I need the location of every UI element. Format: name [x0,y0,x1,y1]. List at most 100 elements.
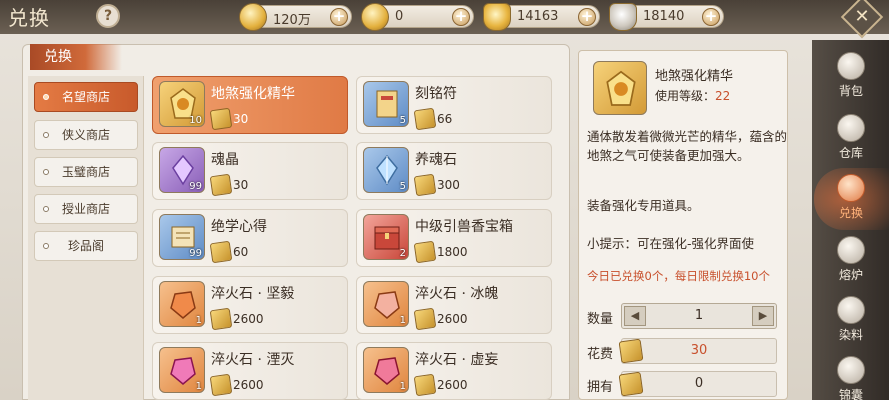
sidebar-item-chivalry-shop[interactable]: 侠义商店 [34,120,138,150]
resource-copper: 120万 + [239,3,352,31]
detail-description: 通体散发着微微光芒的精华，蕴含的地煞之气可使装备更加强大。 [587,129,788,163]
item-card[interactable]: 1 淬火石 · 湮灭 2600 [152,342,348,400]
voucher-icon [209,373,233,397]
gold-coin-icon [361,3,389,31]
quantity-label: 数量 [587,312,614,327]
nav-item-dye[interactable]: 染料 [816,294,886,352]
item-card[interactable]: 1 淬火石 · 坚毅 2600 [152,276,348,334]
item-card[interactable]: 1 淬火石 · 虚妄 2600 [356,342,552,400]
silver-ingot-icon [609,3,637,31]
essence-icon [606,70,636,106]
resource-silver-ingot-value: 18140 [643,9,685,24]
add-gold-ingot-button[interactable]: + [578,8,596,26]
add-gold-button[interactable]: + [452,8,470,26]
add-silver-ingot-button[interactable]: + [702,8,720,26]
item-card[interactable]: 99 绝学心得 60 [152,209,348,267]
nav-label: 背包 [838,84,863,98]
resource-gold-ingot-value: 14163 [517,9,559,24]
voucher-icon [413,240,437,264]
voucher-icon [413,173,437,197]
resource-gold-value: 0 [395,9,404,24]
item-card[interactable]: 1 淬火石 · 冰魄 2600 [356,276,552,334]
item-cost: 1800 [437,245,468,259]
nav-item-bag[interactable]: 背包 [816,50,886,108]
dye-icon [837,296,865,324]
nav-label: 染料 [838,328,863,342]
nav-label: 锦囊 [838,388,863,400]
item-cost: 2600 [233,378,264,392]
sidebar-item-jade-shop[interactable]: 玉璧商店 [34,157,138,187]
voucher-icon [209,173,233,197]
item-thumbnail: 1 [159,281,205,327]
add-copper-button[interactable]: + [330,8,348,26]
item-name: 魂晶 [211,152,239,168]
voucher-icon [209,307,233,331]
item-name: 刻铭符 [415,86,457,102]
voucher-icon [209,107,233,131]
resource-copper-value: 120万 [273,13,311,28]
level-label: 使用等级： [655,89,716,103]
nav-item-warehouse[interactable]: 仓库 [816,112,886,170]
help-button[interactable]: ? [96,4,120,28]
detail-tip: 小提示：可在强化-强化界面使 [587,236,755,251]
cost-box: 30 [618,338,777,364]
stone-icon [170,357,196,385]
item-name: 中级引兽香宝箱 [415,219,513,235]
item-cost: 2600 [437,378,468,392]
item-detail-panel: 地煞强化精华 使用等级：22 通体散发着微微光芒的精华，蕴含的地煞之气可使装备更… [578,50,788,400]
bullet-icon [43,243,49,249]
item-cost: 30 [233,112,249,126]
voucher-icon [209,240,233,264]
item-cost: 300 [437,178,460,192]
nav-item-pouch[interactable]: 锦囊 [816,354,886,400]
item-quantity: 1 [399,381,406,392]
nav-item-furnace[interactable]: 熔炉 [816,234,886,292]
item-card[interactable]: 5 养魂石 300 [356,142,552,200]
sidebar-item-fame-shop[interactable]: 名望商店 [34,82,138,112]
item-quantity: 5 [399,181,406,192]
item-card[interactable]: 99 魂晶 30 [152,142,348,200]
bullet-icon [43,94,49,100]
pouch-icon [837,356,865,384]
talisman-icon [376,90,398,118]
resource-gold: 0 + [361,3,474,31]
sidebar-item-teaching-shop[interactable]: 授业商店 [34,194,138,224]
item-card[interactable]: 2 中级引兽香宝箱 1800 [356,209,552,267]
item-card[interactable]: 5 刻铭符 66 [356,76,552,134]
nav-item-exchange[interactable]: 兑换 [816,172,886,230]
nav-label: 兑换 [838,206,863,220]
item-thumbnail: 99 [159,147,205,193]
crystal-icon [376,154,398,186]
furnace-icon [837,236,865,264]
item-thumbnail: 5 [363,81,409,127]
resource-gold-ingot: 14163 + [483,3,600,31]
panel-tab: 兑换 [30,44,122,70]
item-name: 淬火石 · 冰魄 [415,286,499,302]
item-quantity: 1 [195,381,202,392]
owned-box: 0 [618,371,777,397]
increase-button[interactable]: ▶ [752,306,774,326]
stone-icon [374,357,400,385]
voucher-icon [413,307,437,331]
item-quantity: 5 [399,115,406,126]
item-card[interactable]: 10 地煞强化精华 30 [152,76,348,134]
stone-icon [374,291,400,319]
quantity-stepper[interactable]: ◀ 1 ▶ [621,303,777,329]
sidebar-item-treasure-pavilion[interactable]: 珍品阁 [34,231,138,261]
item-cost: 30 [233,178,249,192]
detail-item-level: 使用等级：22 [655,87,730,104]
nav-label: 仓库 [838,146,863,160]
copper-coin-icon [239,3,267,31]
item-thumbnail: 1 [363,281,409,327]
item-cost: 66 [437,112,453,126]
sidebar-item-label: 授业商店 [61,202,110,216]
item-thumbnail: 99 [159,214,205,260]
cost-value: 30 [690,343,708,358]
item-thumbnail: 1 [363,347,409,393]
sidebar-item-label: 玉璧商店 [61,165,110,179]
bullet-icon [43,206,49,212]
detail-usage: 装备强化专用道具。 [587,198,700,213]
sidebar-item-label: 珍品阁 [67,239,104,253]
detail-item-name: 地煞强化精华 [655,69,734,84]
item-quantity: 1 [195,315,202,326]
